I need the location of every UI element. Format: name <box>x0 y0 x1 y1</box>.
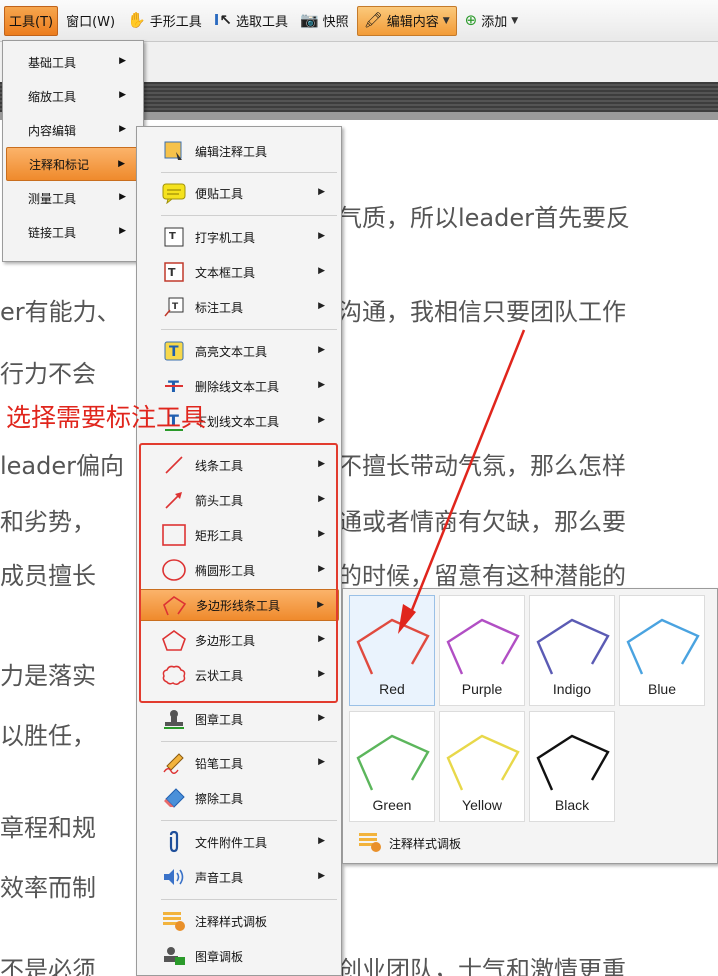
app-window: 工具(T) 窗口(W) ✋ 手形工具 I↖ 选取工具 📷 快照 🖍 编辑内容 ▼… <box>0 0 718 976</box>
annotation-arrow <box>398 329 526 634</box>
